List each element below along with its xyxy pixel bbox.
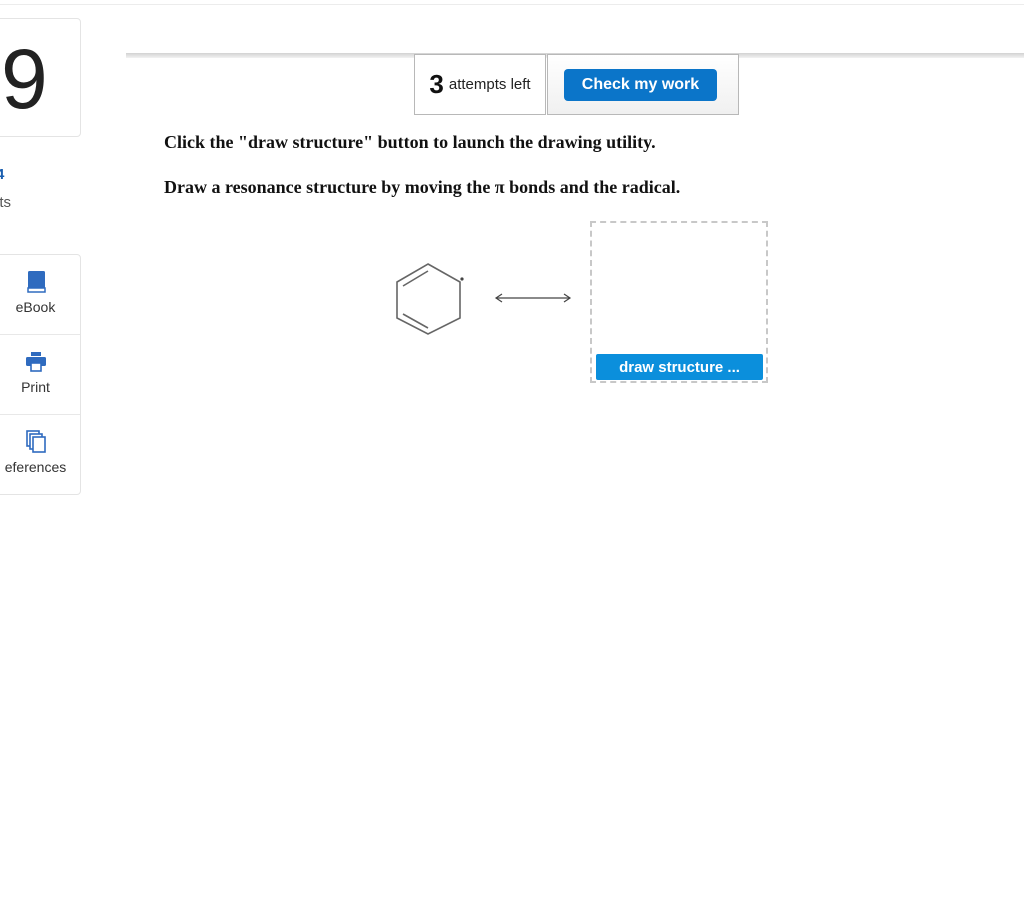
question-number: 9 [1,32,48,126]
attempts-indicator: 3 attempts left [414,54,546,115]
print-label: Print [21,379,50,395]
check-work-container: Check my work [547,54,739,115]
drawing-area[interactable]: draw structure ... [590,221,768,383]
points-value: 4 [0,166,5,183]
references-button[interactable]: eferences [0,415,80,494]
points-label: nts [0,194,12,211]
book-icon [26,271,46,293]
references-label: eferences [4,459,67,475]
attempts-count: 3 [429,69,444,99]
print-icon [25,352,46,372]
instruction-line-2: Draw a resonance structure by moving the… [164,177,681,197]
draw-structure-button[interactable]: draw structure ... [596,354,763,380]
tool-panel: eBook Print eferences [0,254,81,495]
cyclohexadienyl-radical-structure [396,263,461,335]
question-number-card: 9 [0,18,81,137]
top-divider [0,4,1024,5]
check-my-work-button[interactable]: Check my work [564,69,717,101]
instruction-line-1: Click the "draw structure" button to lau… [164,132,656,152]
resonance-arrow [494,293,572,303]
radical-dot [460,277,464,281]
page: 9 4 nts eBook Print eferences [0,0,1024,913]
print-button[interactable]: Print [0,335,80,415]
ebook-label: eBook [15,299,56,315]
molecule-diagram [396,263,572,335]
references-icon [25,430,46,453]
ebook-button[interactable]: eBook [0,255,80,335]
attempts-label: attempts left [448,76,531,93]
